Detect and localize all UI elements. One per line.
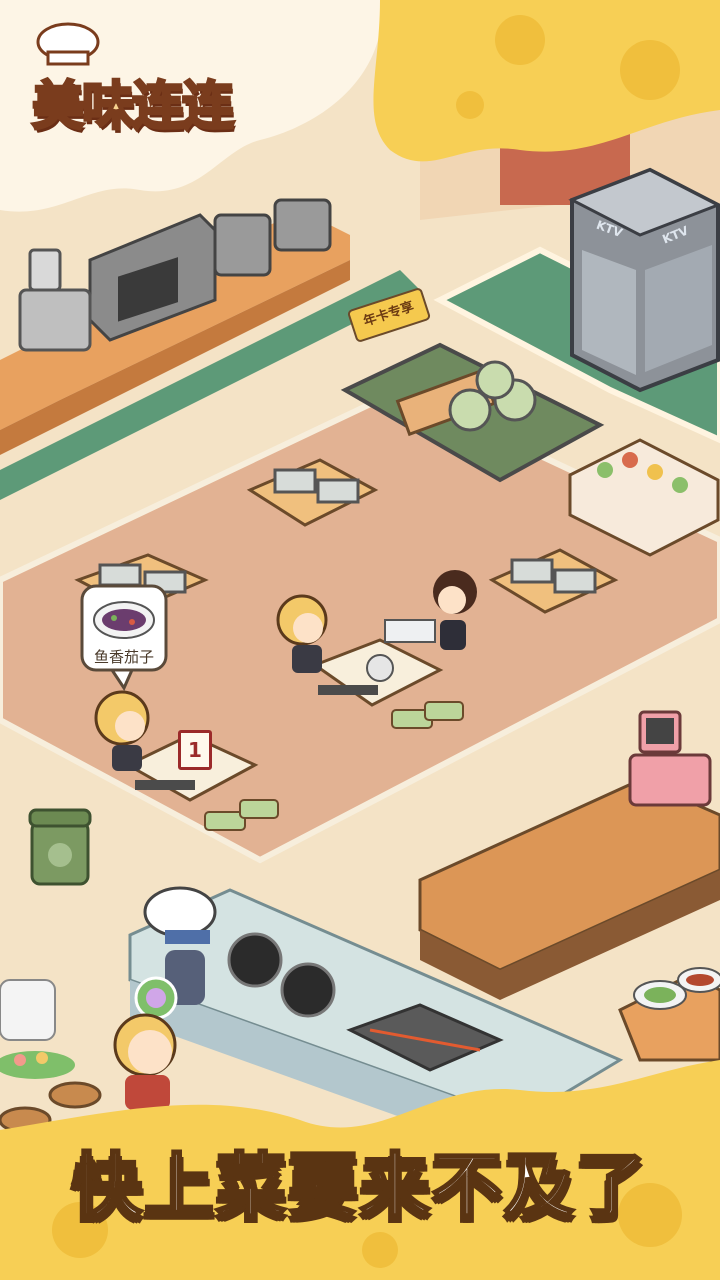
promo-slogan: 快上菜要来不及了 [71,1144,648,1229]
restaurant-scene [0,0,720,1280]
cooking-status-icon [134,976,178,1020]
table-number-sign: 1 [178,730,212,770]
game-logo: 美味连连 [30,76,235,139]
game-screen: 美味连连 年卡专享 KTV KTV 鱼香茄子 1 快上菜要来不及了 [0,0,720,1280]
order-dish-name: 鱼香茄子 [93,648,154,666]
white-fence [0,979,56,1041]
eggplant-dish-icon [93,601,155,639]
chef-hat-icon [36,22,100,66]
trash-bin[interactable] [28,808,92,886]
wok-icon[interactable] [280,962,336,1018]
ktv-booth[interactable] [568,167,720,393]
wok-icon[interactable] [227,932,283,988]
